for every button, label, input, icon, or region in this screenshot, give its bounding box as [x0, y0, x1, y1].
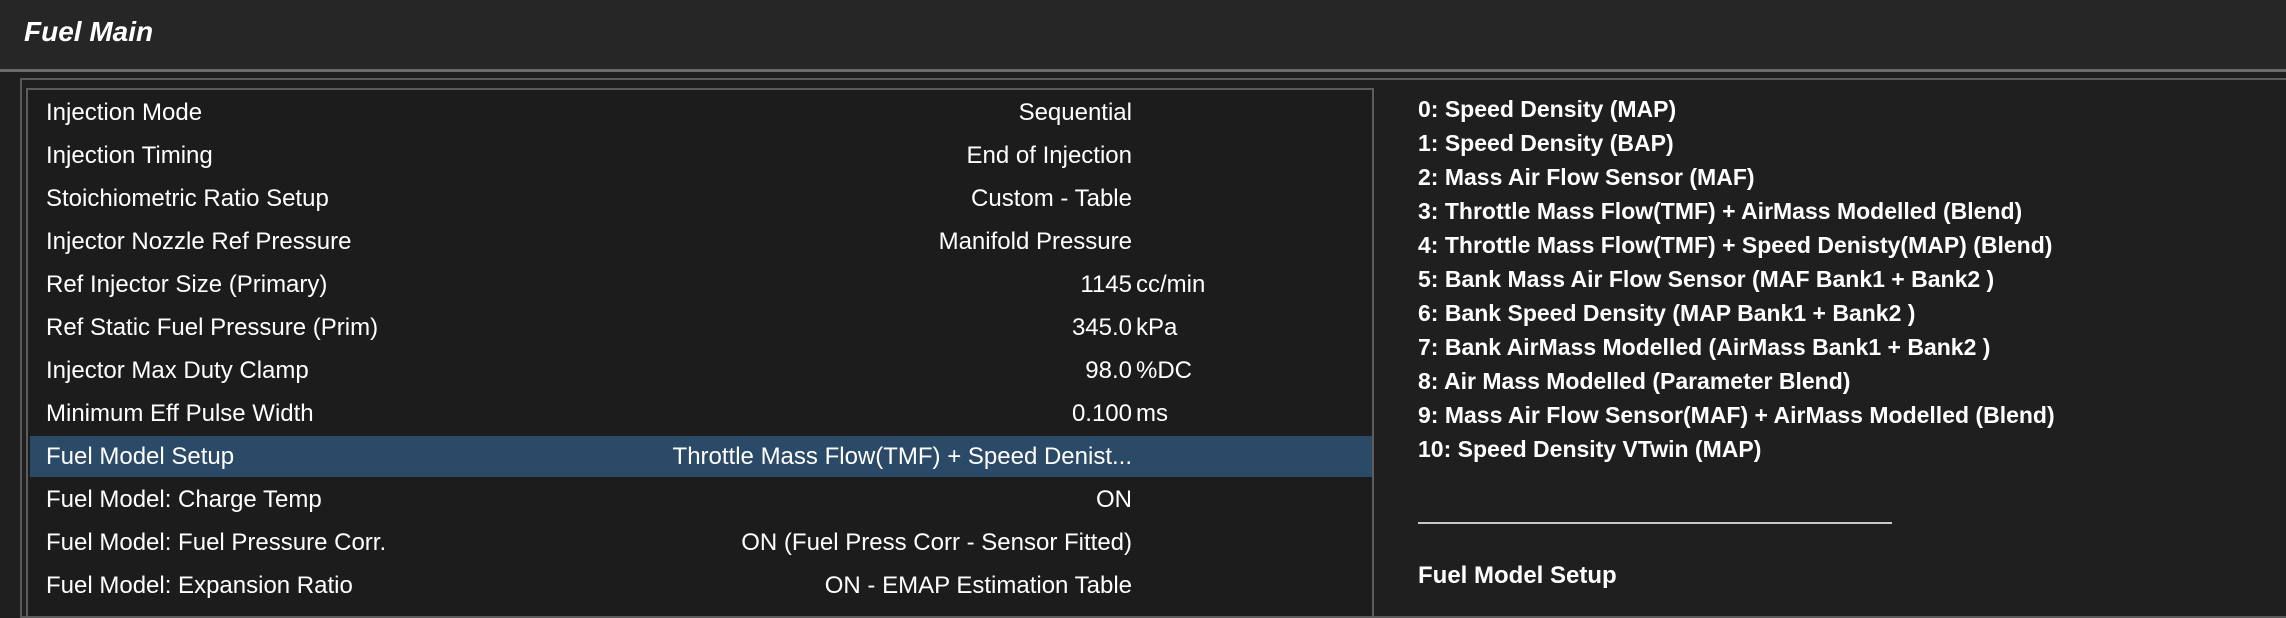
help-option: 0: Speed Density (MAP)	[1418, 96, 1677, 122]
setting-value[interactable]: 98.0	[1085, 350, 1132, 391]
setting-unit: %DC	[1136, 357, 1193, 384]
help-option: 10: Speed Density VTwin (MAP)	[1418, 436, 1762, 462]
help-divider	[1418, 522, 1892, 524]
setting-label: Fuel Model Setup	[46, 443, 235, 470]
settings-row-injector-nozzle-ref-pressure[interactable]: Injector Nozzle Ref Pressure Manifold Pr…	[30, 221, 1372, 262]
setting-unit: ms	[1136, 400, 1168, 427]
settings-row-ref-injector-size[interactable]: Ref Injector Size (Primary) 1145 cc/min	[30, 264, 1372, 305]
setting-value[interactable]: 345.0	[1072, 307, 1132, 348]
settings-row-fuel-model-charge-temp[interactable]: Fuel Model: Charge Temp ON	[30, 479, 1372, 520]
setting-unit: cc/min	[1136, 271, 1206, 298]
settings-row-stoichiometric-ratio-setup[interactable]: Stoichiometric Ratio Setup Custom - Tabl…	[30, 178, 1372, 219]
setting-value[interactable]: Manifold Pressure	[939, 221, 1132, 262]
help-option: 3: Throttle Mass Flow(TMF) + AirMass Mod…	[1418, 198, 2023, 224]
setting-value[interactable]: ON	[1096, 479, 1132, 520]
setting-label: Fuel Model: Fuel Pressure Corr.	[46, 529, 387, 556]
title-bar: Fuel Main	[0, 0, 2286, 72]
help-option: 7: Bank AirMass Modelled (AirMass Bank1 …	[1418, 334, 1991, 360]
help-option: 4: Throttle Mass Flow(TMF) + Speed Denis…	[1418, 232, 2053, 258]
setting-value[interactable]: Throttle Mass Flow(TMF) + Speed Denist..…	[673, 436, 1132, 477]
setting-unit: kPa	[1136, 314, 1178, 341]
setting-label: Injector Max Duty Clamp	[46, 357, 309, 384]
settings-row-fuel-model-setup[interactable]: Fuel Model Setup Throttle Mass Flow(TMF)…	[30, 436, 1372, 477]
setting-label: Minimum Eff Pulse Width	[46, 400, 314, 427]
setting-label: Stoichiometric Ratio Setup	[46, 185, 329, 212]
help-option: 8: Air Mass Modelled (Parameter Blend)	[1418, 368, 1851, 394]
window-title: Fuel Main	[24, 16, 154, 47]
setting-label: Ref Static Fuel Pressure (Prim)	[46, 314, 379, 341]
help-option: 5: Bank Mass Air Flow Sensor (MAF Bank1 …	[1418, 266, 1995, 292]
settings-row-injector-max-duty-clamp[interactable]: Injector Max Duty Clamp 98.0 %DC	[30, 350, 1372, 391]
setting-label: Ref Injector Size (Primary)	[46, 271, 328, 298]
setting-value[interactable]: ON - EMAP Estimation Table	[825, 565, 1132, 606]
setting-label: Fuel Model: Charge Temp	[46, 486, 322, 513]
setting-label: Injection Mode	[46, 99, 203, 126]
setting-value[interactable]: 0.100	[1072, 393, 1132, 434]
setting-value[interactable]: Custom - Table	[971, 178, 1132, 219]
settings-row-fuel-model-fuel-pressure-corr[interactable]: Fuel Model: Fuel Pressure Corr. ON (Fuel…	[30, 522, 1372, 563]
setting-label: Injection Timing	[46, 142, 213, 169]
help-option: 6: Bank Speed Density (MAP Bank1 + Bank2…	[1418, 300, 1916, 326]
help-option: 1: Speed Density (BAP)	[1418, 130, 1674, 156]
help-option: 2: Mass Air Flow Sensor (MAF)	[1418, 164, 1755, 190]
settings-row-minimum-eff-pulse-width[interactable]: Minimum Eff Pulse Width 0.100 ms	[30, 393, 1372, 434]
setting-label: Injector Nozzle Ref Pressure	[46, 228, 352, 255]
setting-label: Fuel Model: Expansion Ratio	[46, 572, 353, 599]
help-option: 9: Mass Air Flow Sensor(MAF) + AirMass M…	[1418, 402, 2055, 428]
settings-row-injection-mode[interactable]: Injection Mode Sequential	[30, 92, 1372, 133]
settings-grid[interactable]: Injection Mode Sequential Injection Timi…	[26, 88, 1374, 618]
settings-row-fuel-model-expansion-ratio[interactable]: Fuel Model: Expansion Ratio ON - EMAP Es…	[30, 565, 1372, 606]
setting-value[interactable]: 1145	[1080, 264, 1132, 305]
setting-value[interactable]: End of Injection	[967, 135, 1132, 176]
settings-row-ref-static-fuel-pressure[interactable]: Ref Static Fuel Pressure (Prim) 345.0 kP…	[30, 307, 1372, 348]
help-heading: Fuel Model Setup	[1418, 562, 1617, 589]
settings-row-injection-timing[interactable]: Injection Timing End of Injection	[30, 135, 1372, 176]
setting-value[interactable]: ON (Fuel Press Corr - Sensor Fitted)	[741, 522, 1132, 563]
setting-value[interactable]: Sequential	[1019, 92, 1132, 133]
help-options-list: 0: Speed Density (MAP) 1: Speed Density …	[1418, 92, 2278, 466]
